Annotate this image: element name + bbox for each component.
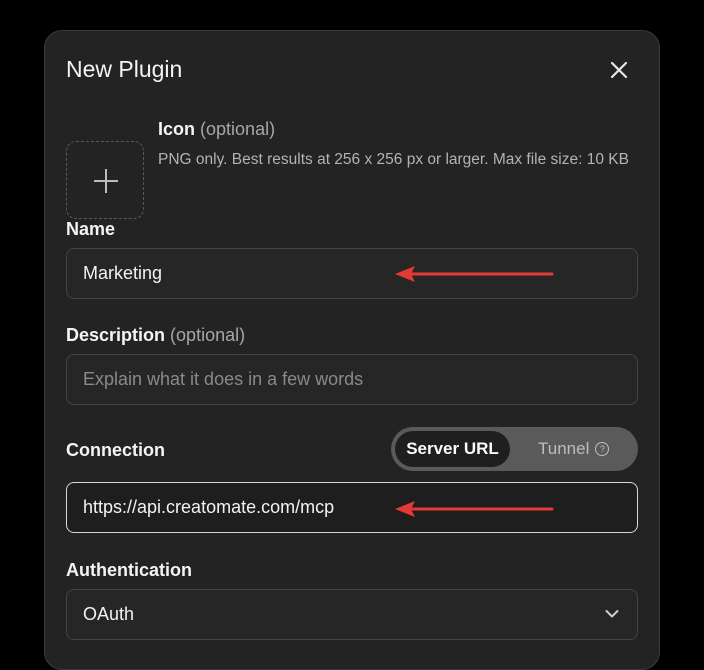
authentication-select[interactable]: OAuth <box>66 589 638 640</box>
description-placeholder: Explain what it does in a few words <box>83 369 364 389</box>
tab-server-url-label: Server URL <box>406 439 499 458</box>
icon-optional: (optional) <box>200 119 276 139</box>
tab-tunnel[interactable]: Tunnel ? <box>538 439 610 459</box>
name-label: Name <box>66 219 116 239</box>
chevron-down-icon <box>605 610 619 618</box>
name-value: Marketing <box>83 263 163 283</box>
red-arrow-annotation <box>395 266 554 282</box>
close-icon[interactable] <box>606 57 632 83</box>
description-optional: (optional) <box>170 325 246 345</box>
authentication-label: Authentication <box>66 560 192 580</box>
tab-tunnel-label: Tunnel <box>538 439 590 458</box>
new-plugin-dialog: New Plugin Icon (optional) PNG only. Bes… <box>44 30 660 670</box>
icon-label: Icon <box>158 119 196 139</box>
connection-type-toggle: Server URL Tunnel ? <box>391 427 638 471</box>
red-arrow-annotation <box>395 501 554 517</box>
authentication-value: OAuth <box>83 604 135 624</box>
icon-upload-button[interactable] <box>66 141 144 219</box>
description-label-row: Description (optional) <box>66 325 245 346</box>
plus-icon <box>94 169 118 193</box>
server-url-value: https://api.creatomate.com/mcp <box>83 497 335 517</box>
description-field[interactable]: Explain what it does in a few words <box>66 354 638 405</box>
dialog-title: New Plugin <box>66 56 183 82</box>
tab-server-url[interactable]: Server URL <box>395 431 510 467</box>
icon-info: Icon (optional) PNG only. Best results a… <box>158 119 638 171</box>
icon-label-row: Icon (optional) <box>158 119 638 140</box>
description-label: Description <box>66 325 166 345</box>
help-circle-icon[interactable]: ? <box>595 442 610 456</box>
connection-label: Connection <box>66 440 165 460</box>
icon-help-text: PNG only. Best results at 256 x 256 px o… <box>158 151 629 168</box>
